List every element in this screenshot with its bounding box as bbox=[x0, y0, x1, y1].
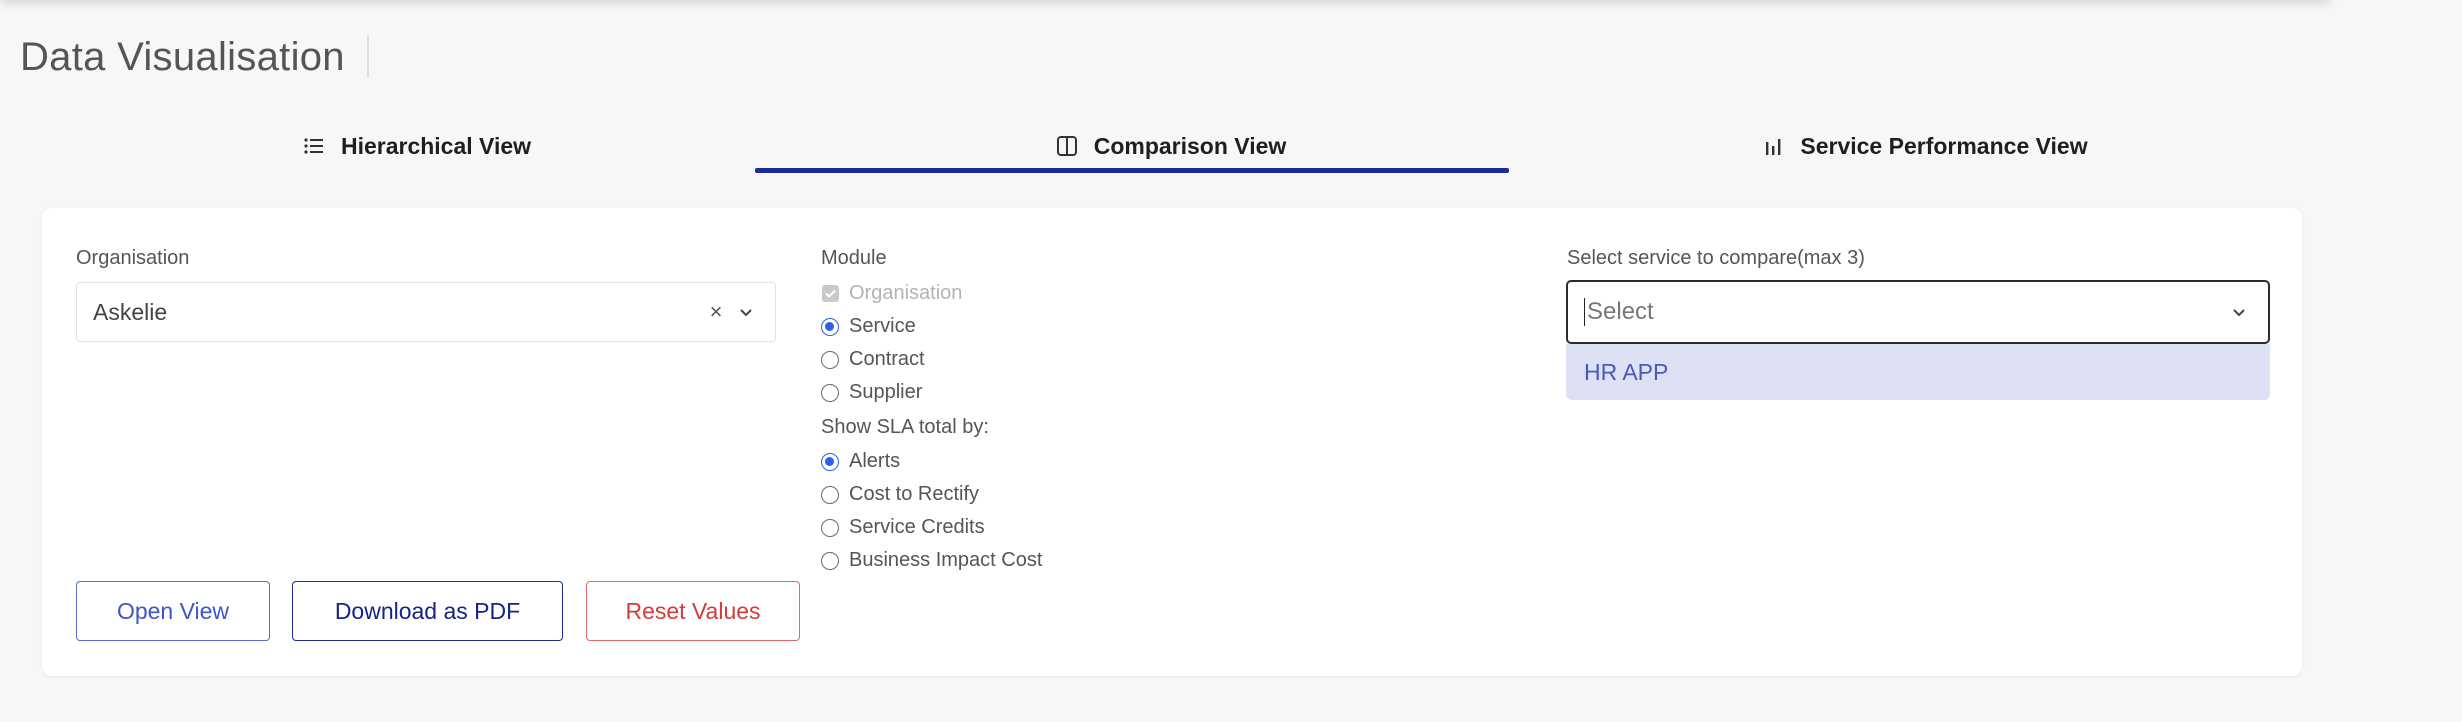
option-label: Business Impact Cost bbox=[849, 549, 1043, 571]
organisation-select[interactable]: Askelie × bbox=[76, 282, 776, 342]
dropdown-option[interactable]: HR APP bbox=[1584, 359, 1668, 386]
option-label: Service bbox=[849, 315, 916, 337]
sla-option-business-impact-cost[interactable]: Business Impact Cost bbox=[821, 549, 1042, 572]
radio-dot bbox=[821, 518, 839, 537]
module-label: Module bbox=[821, 247, 887, 269]
radio-dot bbox=[821, 452, 839, 471]
radio-dot bbox=[821, 350, 839, 369]
clear-icon[interactable]: × bbox=[701, 299, 731, 325]
option-label: Cost to Rectify bbox=[849, 483, 980, 505]
page-title: Data Visualisation bbox=[20, 34, 345, 79]
option-label: Service Credits bbox=[849, 516, 985, 538]
radio-cost-to-rectify[interactable] bbox=[821, 485, 839, 504]
open-view-button[interactable]: Open View bbox=[76, 581, 270, 641]
compare-label: Select service to compare(max 3) bbox=[1567, 247, 1865, 269]
columns-icon bbox=[1056, 135, 1078, 157]
sla-option-alerts[interactable]: Alerts bbox=[821, 450, 900, 473]
module-option-supplier[interactable]: Supplier bbox=[821, 381, 922, 404]
radio-alerts[interactable] bbox=[821, 452, 839, 471]
bar-chart-icon bbox=[1762, 135, 1784, 157]
checkbox-disabled bbox=[821, 285, 839, 303]
download-pdf-button[interactable]: Download as PDF bbox=[292, 581, 563, 641]
tab-label: Hierarchical View bbox=[340, 132, 532, 159]
radio-dot bbox=[821, 317, 839, 336]
tab-label: Service Performance View bbox=[1800, 132, 2088, 159]
radio-supplier[interactable] bbox=[821, 383, 839, 402]
option-label: Alerts bbox=[849, 450, 901, 472]
check-icon bbox=[821, 285, 839, 302]
radio-dot bbox=[821, 551, 839, 570]
radio-service[interactable] bbox=[821, 317, 839, 336]
tab-hierarchical-view[interactable]: Hierarchical View bbox=[40, 118, 794, 174]
sla-option-cost-to-rectify[interactable]: Cost to Rectify bbox=[821, 483, 979, 506]
radio-business-impact-cost[interactable] bbox=[821, 551, 839, 570]
list-icon bbox=[303, 135, 325, 157]
active-tab-indicator bbox=[755, 168, 1509, 173]
title-divider bbox=[366, 36, 369, 78]
radio-contract[interactable] bbox=[821, 350, 839, 369]
module-option-contract[interactable]: Contract bbox=[821, 348, 925, 371]
option-label: Organisation bbox=[849, 282, 963, 304]
sla-label: Show SLA total by: bbox=[821, 416, 989, 438]
chevron-down-icon[interactable] bbox=[2224, 297, 2254, 327]
tab-comparison-view[interactable]: Comparison View bbox=[794, 118, 1548, 174]
module-option-organisation: Organisation bbox=[821, 282, 962, 305]
radio-service-credits[interactable] bbox=[821, 518, 839, 537]
module-option-service[interactable]: Service bbox=[821, 315, 916, 338]
service-compare-select[interactable]: Select bbox=[1566, 280, 2270, 344]
reset-values-button[interactable]: Reset Values bbox=[586, 581, 800, 641]
text-caret bbox=[1584, 298, 1585, 326]
tab-service-performance-view[interactable]: Service Performance View bbox=[1548, 118, 2302, 174]
chevron-down-icon[interactable] bbox=[731, 297, 761, 327]
service-dropdown-menu: HR APP bbox=[1566, 344, 2270, 400]
select-placeholder: Select bbox=[1587, 298, 1654, 325]
option-label: Supplier bbox=[849, 381, 923, 403]
organisation-label: Organisation bbox=[76, 247, 190, 269]
option-label: Contract bbox=[849, 348, 925, 370]
tab-label: Comparison View bbox=[1093, 132, 1287, 159]
radio-dot bbox=[821, 485, 839, 504]
page-header: Data Visualisation bbox=[20, 30, 369, 84]
sla-option-service-credits[interactable]: Service Credits bbox=[821, 516, 985, 539]
radio-dot bbox=[821, 383, 839, 402]
organisation-value: Askelie bbox=[93, 298, 168, 325]
